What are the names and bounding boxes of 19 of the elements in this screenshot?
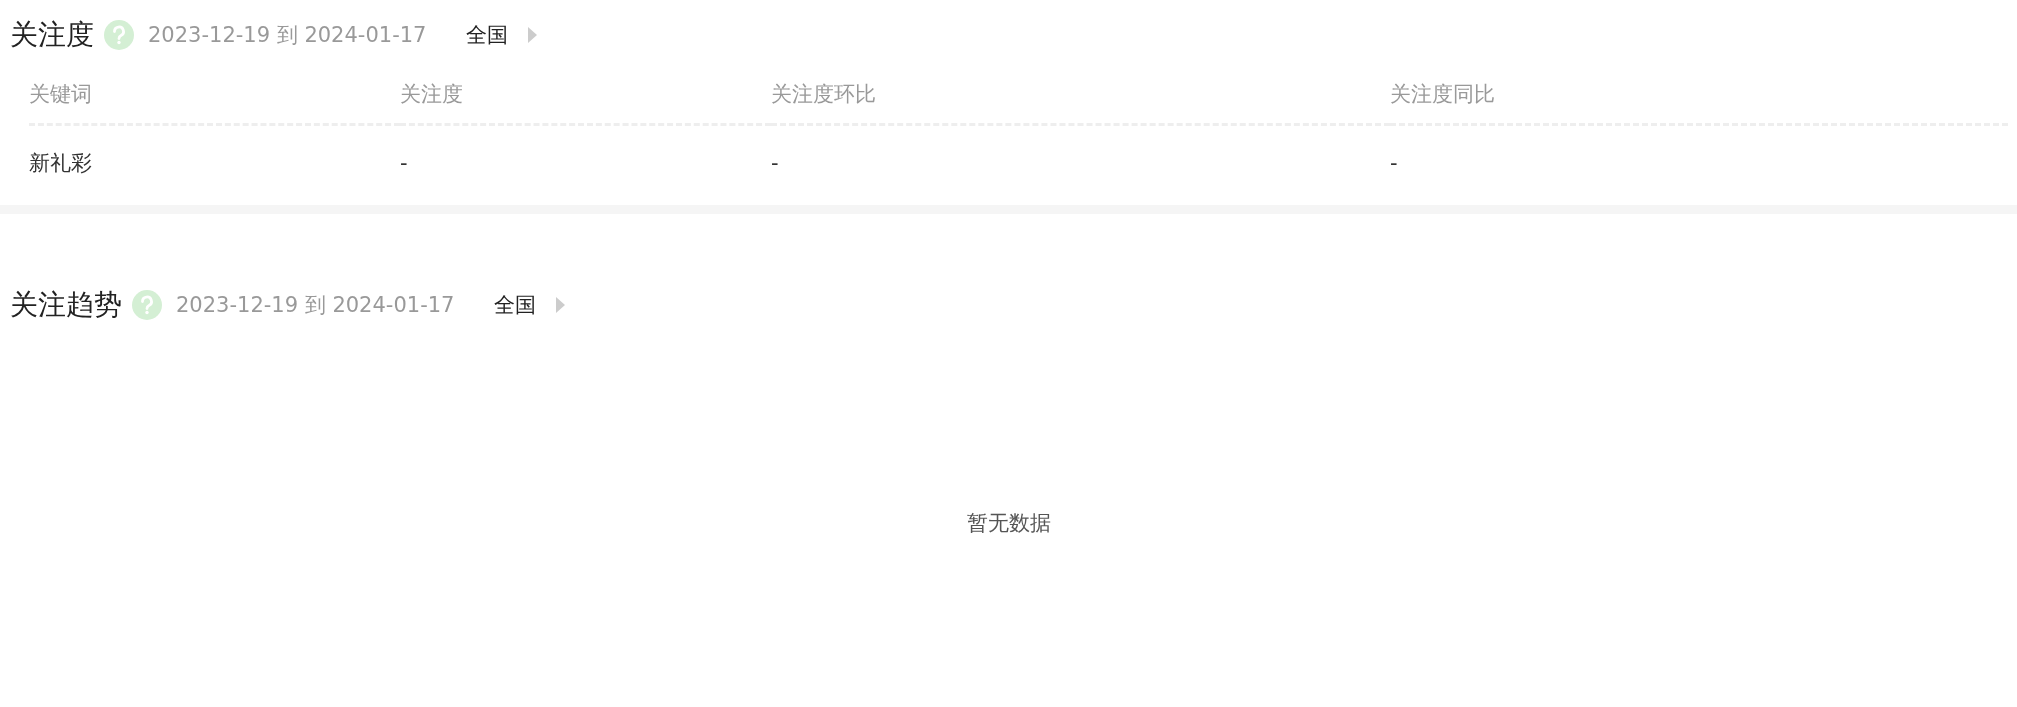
caret-icon[interactable] <box>556 297 566 313</box>
table-cell-text: - <box>1390 150 1399 177</box>
region-selector[interactable]: 全国 <box>466 21 509 49</box>
section-title: 关注度 <box>10 17 94 53</box>
empty-message: 暂无数据 <box>966 510 1051 537</box>
column-header: 关键词 <box>29 66 400 126</box>
column-header: 关注度 <box>400 66 771 126</box>
region-selector[interactable]: 全国 <box>494 291 537 319</box>
help-icon[interactable] <box>132 290 162 320</box>
table-cell-text: 新礼彩 <box>29 150 93 177</box>
column-header: 关注度同比 <box>1390 66 2008 126</box>
table-cell-text: - <box>771 150 780 177</box>
caret-icon[interactable] <box>528 27 538 43</box>
date-range: 2023-12-19 到 2024-01-17 <box>148 22 427 49</box>
help-icon[interactable] <box>104 20 134 50</box>
section-title: 关注趋势 <box>10 287 122 323</box>
table-cell-text: - <box>400 150 409 177</box>
date-range: 2023-12-19 到 2024-01-17 <box>176 292 455 319</box>
column-header: 关注度环比 <box>771 66 1390 126</box>
